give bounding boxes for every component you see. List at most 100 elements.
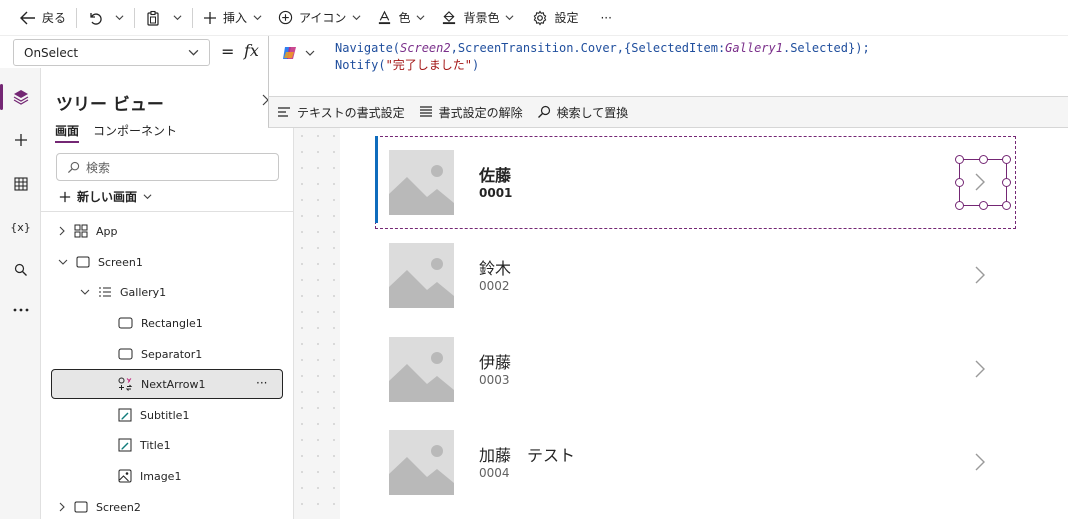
- image-placeholder[interactable]: [389, 337, 454, 402]
- item-title[interactable]: 伊藤: [479, 349, 511, 373]
- resize-handle[interactable]: [955, 178, 964, 187]
- item-title[interactable]: 鈴木: [479, 255, 511, 279]
- background-label: 背景色: [463, 11, 500, 25]
- gallery-icon: [99, 287, 111, 297]
- tree-view-button[interactable]: [0, 81, 41, 113]
- tree-node-app[interactable]: App: [58, 216, 118, 246]
- copilot-icon: [283, 47, 296, 59]
- tree-node-nextarrow1[interactable]: NextArrow1: [118, 369, 206, 399]
- item-subtitle[interactable]: 0003: [479, 373, 510, 387]
- item-subtitle[interactable]: 0002: [479, 279, 510, 293]
- divider: [41, 211, 294, 212]
- search-rail-button[interactable]: [0, 254, 41, 286]
- chevron-right-icon[interactable]: [973, 452, 987, 472]
- undo-button[interactable]: [81, 4, 109, 32]
- gallery-item[interactable]: 加藤 テスト 0004: [375, 416, 1015, 509]
- color-button[interactable]: 色: [371, 4, 431, 32]
- back-label: 戻る: [42, 11, 67, 25]
- paste-dropdown[interactable]: [167, 4, 188, 32]
- lines-icon: [419, 106, 432, 117]
- back-arrow-icon: [20, 11, 35, 24]
- tree-node-gallery1[interactable]: Gallery1: [80, 277, 166, 307]
- screen-icon: [76, 256, 90, 268]
- chevron-down-icon: [115, 15, 124, 21]
- more-button[interactable]: ···: [594, 4, 617, 32]
- chevron-down-icon: [80, 289, 90, 295]
- insert-rail-button[interactable]: [0, 124, 41, 156]
- remove-format-button[interactable]: 書式設定の解除: [419, 104, 523, 121]
- text-format-button[interactable]: テキストの書式設定: [277, 104, 405, 121]
- code-string: "完了しました": [385, 58, 473, 72]
- code-transition: ,ScreenTransition.Cover,{: [450, 41, 632, 55]
- more-rail-button[interactable]: [0, 294, 41, 326]
- property-value: OnSelect: [24, 45, 79, 60]
- tree-node-image1[interactable]: Image1: [118, 461, 181, 491]
- tree-node-rectangle1[interactable]: Rectangle1: [118, 308, 203, 338]
- icon-label: アイコン: [299, 11, 347, 25]
- tree-node-label: Screen2: [96, 500, 141, 514]
- undo-dropdown[interactable]: [109, 4, 130, 32]
- data-button[interactable]: [0, 168, 41, 200]
- gallery-item[interactable]: 鈴木 0002: [375, 229, 1015, 322]
- chevron-down-icon: [188, 49, 199, 56]
- new-screen-button[interactable]: 新しい画面: [59, 188, 152, 205]
- text-edit-icon: [118, 408, 132, 422]
- equals-sign: =: [221, 42, 235, 61]
- property-dropdown[interactable]: OnSelect: [13, 39, 210, 66]
- paste-button[interactable]: [139, 4, 167, 32]
- chevron-right-icon[interactable]: [973, 359, 987, 379]
- code-close: ): [472, 58, 480, 72]
- resize-handle[interactable]: [1002, 178, 1011, 187]
- copilot-button[interactable]: [281, 44, 315, 62]
- tree-node-screen2[interactable]: Screen2: [58, 492, 141, 519]
- resize-handle[interactable]: [955, 155, 964, 164]
- icon-button[interactable]: アイコン: [272, 4, 367, 32]
- variables-button[interactable]: {x}: [0, 211, 41, 243]
- formula-editor[interactable]: Navigate(Screen2,ScreenTransition.Cover,…: [268, 36, 1068, 96]
- code-navigate: Navigate(: [335, 41, 401, 55]
- tab-components[interactable]: コンポーネント: [93, 122, 177, 143]
- insert-button[interactable]: 挿入: [197, 4, 268, 32]
- image-icon: [118, 469, 132, 483]
- tree-node-screen1[interactable]: Screen1: [58, 247, 143, 277]
- paint-bucket-icon: [443, 11, 456, 25]
- settings-button[interactable]: 設定: [526, 4, 584, 32]
- tree-node-title1[interactable]: Title1: [118, 430, 171, 460]
- image-placeholder[interactable]: [389, 430, 454, 495]
- background-color-button[interactable]: 背景色: [435, 4, 520, 32]
- undo-icon: [90, 12, 102, 25]
- resize-handle[interactable]: [979, 201, 988, 210]
- code-notify: Notify(: [335, 58, 386, 72]
- tree-view-panel: ツリー ビュー 画面 コンポーネント 検索 新しい画面 App Screen1 …: [41, 68, 294, 519]
- divider: [134, 7, 136, 28]
- tab-screens[interactable]: 画面: [55, 122, 80, 143]
- variables-icon: {x}: [10, 220, 31, 234]
- resize-handle[interactable]: [979, 155, 988, 164]
- tree-node-separator1[interactable]: Separator1: [118, 339, 202, 369]
- node-more-button[interactable]: ···: [256, 376, 267, 390]
- item-subtitle[interactable]: 0004: [479, 466, 510, 480]
- font-color-icon: [379, 10, 391, 25]
- tree-search-input[interactable]: 検索: [56, 153, 279, 181]
- search-placeholder: 検索: [86, 160, 111, 175]
- tree-node-subtitle1[interactable]: Subtitle1: [118, 400, 189, 430]
- item-title[interactable]: 加藤 テスト: [479, 442, 575, 466]
- gallery-item[interactable]: 伊藤 0003: [375, 323, 1015, 416]
- resize-handle[interactable]: [955, 201, 964, 210]
- remove-format-label: 書式設定の解除: [438, 105, 523, 120]
- tree-node-label: NextArrow1: [141, 377, 206, 391]
- image-placeholder[interactable]: [389, 243, 454, 308]
- image-placeholder-icon: [389, 258, 454, 308]
- chevron-down-icon: [173, 15, 182, 21]
- layers-icon: [13, 90, 28, 105]
- chevron-right-icon[interactable]: [973, 265, 987, 285]
- back-button[interactable]: 戻る: [14, 4, 72, 32]
- rectangle-icon: [118, 317, 133, 329]
- resize-handle[interactable]: [1002, 155, 1011, 164]
- formula-code: Navigate(Screen2,ScreenTransition.Cover,…: [335, 40, 870, 74]
- control-selection-box[interactable]: [955, 155, 1011, 210]
- resize-handle[interactable]: [1002, 201, 1011, 210]
- plus-icon: [14, 134, 27, 146]
- find-replace-button[interactable]: 検索して置換: [537, 104, 628, 121]
- tree-node-label: Title1: [140, 438, 171, 452]
